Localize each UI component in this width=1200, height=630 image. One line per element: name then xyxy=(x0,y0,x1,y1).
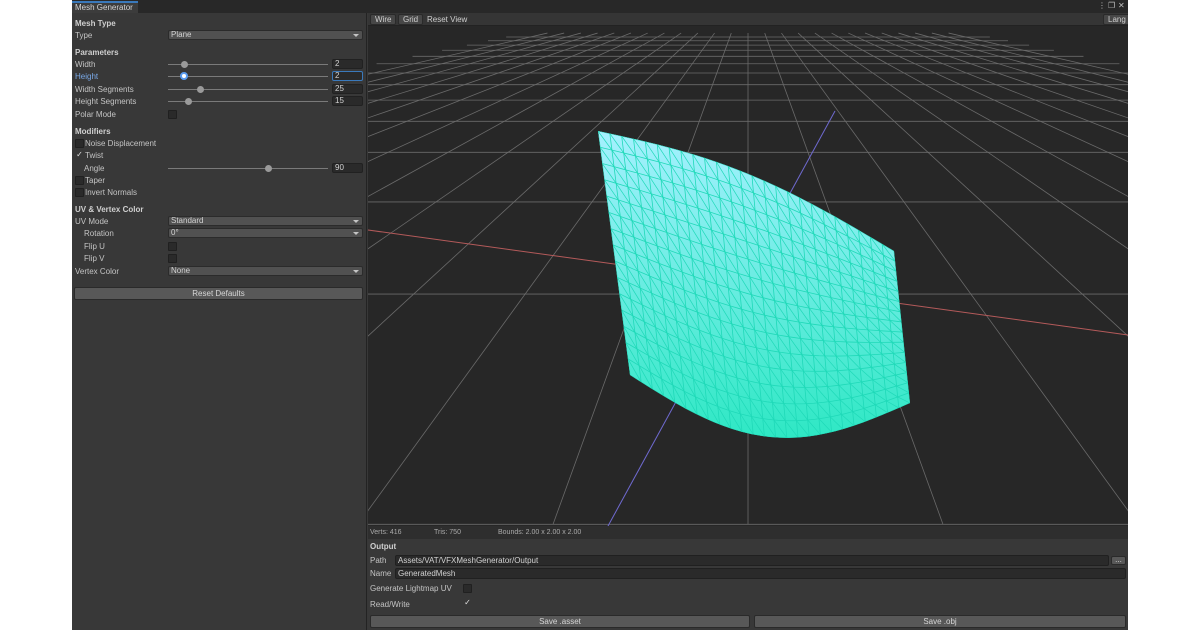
type-dropdown[interactable]: Plane xyxy=(168,30,363,40)
uv-mode-label: UV Mode xyxy=(75,217,109,226)
width-slider-track[interactable] xyxy=(168,64,328,65)
grid-line xyxy=(368,32,598,104)
chevron-down-icon xyxy=(353,220,359,223)
rotation-value: 0° xyxy=(171,228,179,237)
read-write-checkbox[interactable]: ✓ xyxy=(463,599,472,608)
uv-mode-dropdown[interactable]: Standard xyxy=(168,216,363,226)
width-slider-knob[interactable] xyxy=(180,61,188,68)
width-segments-slider-knob[interactable] xyxy=(196,86,204,93)
height-label: Height xyxy=(75,72,99,81)
rotation-label: Rotation xyxy=(84,229,114,238)
flip-u-label: Flip U xyxy=(84,242,105,251)
uv-vertex-color-header: UV & Vertex Color xyxy=(75,205,144,214)
save-obj-button[interactable]: Save .obj xyxy=(754,615,1126,628)
mesh-generator-window: Mesh Generator ⋮ ❐ ✕ Mesh Type Type Plan… xyxy=(72,0,1128,630)
vertex-color-dropdown[interactable]: None xyxy=(168,266,363,276)
uv-mode-value: Standard xyxy=(171,216,204,225)
reset-defaults-button[interactable]: Reset Defaults xyxy=(74,287,363,300)
height-segments-label: Height Segments xyxy=(75,97,137,106)
bounds-readout: Bounds: 2.00 x 2.00 x 2.00 xyxy=(498,529,582,536)
angle-slider-knob[interactable] xyxy=(265,165,273,172)
path-field[interactable]: Assets/VAT/VFXMeshGenerator/Output xyxy=(395,555,1109,566)
angle-field[interactable]: 90 xyxy=(332,163,363,173)
taper-label: Taper xyxy=(85,176,106,185)
generate-lightmap-checkbox[interactable] xyxy=(463,584,472,593)
modifiers-header: Modifiers xyxy=(75,127,111,136)
height-slider-track[interactable] xyxy=(168,76,328,77)
flip-u-checkbox[interactable] xyxy=(168,242,177,251)
type-label: Type xyxy=(75,31,93,40)
angle-label: Angle xyxy=(84,164,105,173)
menu-icon[interactable]: ⋮ xyxy=(1098,1,1106,11)
height-slider-knob[interactable] xyxy=(180,72,188,80)
vertex-color-value: None xyxy=(171,266,191,275)
name-label: Name xyxy=(370,569,392,578)
wire-toggle[interactable]: Wire xyxy=(370,14,397,25)
chevron-down-icon xyxy=(353,270,359,273)
browse-button[interactable]: ... xyxy=(1111,556,1126,565)
viewport-toolbar: Wire Grid Reset View Lang xyxy=(368,13,1128,26)
noise-displacement-label: Noise Displacement xyxy=(85,139,157,148)
mesh-preview-canvas[interactable] xyxy=(368,27,1128,526)
chevron-down-icon xyxy=(353,232,359,235)
width-segments-field[interactable]: 25 xyxy=(332,84,363,94)
polar-mode-label: Polar Mode xyxy=(75,110,116,119)
polar-mode-checkbox[interactable] xyxy=(168,110,177,119)
output-header: Output xyxy=(370,542,397,551)
chevron-down-icon xyxy=(353,34,359,37)
grid-line xyxy=(368,32,548,75)
rotation-dropdown[interactable]: 0° xyxy=(168,228,363,238)
save-asset-button[interactable]: Save .asset xyxy=(370,615,750,628)
reset-view-button[interactable]: Reset View xyxy=(423,14,471,25)
twist-checkbox[interactable]: ✓ xyxy=(75,151,84,160)
lang-button[interactable]: Lang xyxy=(1103,14,1128,25)
grid-toggle[interactable]: Grid xyxy=(398,14,424,25)
triangle-count: Tris: 750 xyxy=(434,529,461,536)
grid-line xyxy=(931,32,1128,83)
vertex-count: Verts: 416 xyxy=(370,529,402,536)
width-field[interactable]: 2 xyxy=(332,59,363,69)
height-segments-slider-knob[interactable] xyxy=(185,98,193,105)
parameters-header: Parameters xyxy=(75,48,119,57)
close-icon[interactable]: ✕ xyxy=(1118,1,1125,11)
width-segments-label: Width Segments xyxy=(75,85,134,94)
angle-slider-track[interactable] xyxy=(168,168,328,169)
type-dropdown-value: Plane xyxy=(171,30,192,39)
name-field[interactable]: GeneratedMesh xyxy=(395,568,1126,579)
vertex-color-label: Vertex Color xyxy=(75,267,120,276)
twist-label: Twist xyxy=(85,151,104,160)
grid-line xyxy=(948,32,1128,75)
grid-line xyxy=(864,32,1128,138)
mesh-type-header: Mesh Type xyxy=(75,19,116,28)
grid-line xyxy=(881,32,1128,119)
twisted-mesh xyxy=(598,131,910,438)
read-write-label: Read/Write xyxy=(370,600,410,609)
width-label: Width xyxy=(75,60,96,69)
invert-normals-checkbox[interactable] xyxy=(75,188,84,197)
height-segments-field[interactable]: 15 xyxy=(332,96,363,106)
stats-bar: Verts: 416 Tris: 750 Bounds: 2.00 x 2.00… xyxy=(368,526,1128,539)
taper-checkbox[interactable] xyxy=(75,176,84,185)
flip-v-label: Flip V xyxy=(84,254,105,263)
output-panel: Output Path Assets/VAT/VFXMeshGenerator/… xyxy=(368,539,1128,630)
3d-viewport[interactable]: Wire Grid Reset View Lang xyxy=(368,13,1128,526)
invert-normals-label: Invert Normals xyxy=(85,188,138,197)
height-field[interactable]: 2 xyxy=(332,71,363,81)
grid-line xyxy=(368,32,648,162)
window-tab[interactable]: Mesh Generator xyxy=(72,1,138,13)
noise-displacement-checkbox[interactable] xyxy=(75,139,84,148)
generate-lightmap-label: Generate Lightmap UV xyxy=(370,584,452,593)
grid-line xyxy=(368,32,565,83)
flip-v-checkbox[interactable] xyxy=(168,254,177,263)
inspector-panel: Mesh Type Type Plane Parameters Width 2 … xyxy=(72,13,367,630)
grid-line xyxy=(368,32,615,119)
grid-line xyxy=(368,32,632,138)
maximize-icon[interactable]: ❐ xyxy=(1108,1,1115,11)
width-segments-slider-track[interactable] xyxy=(168,89,328,90)
path-label: Path xyxy=(370,556,387,565)
title-bar: Mesh Generator ⋮ ❐ ✕ xyxy=(72,0,1128,13)
grid-line xyxy=(898,32,1128,104)
